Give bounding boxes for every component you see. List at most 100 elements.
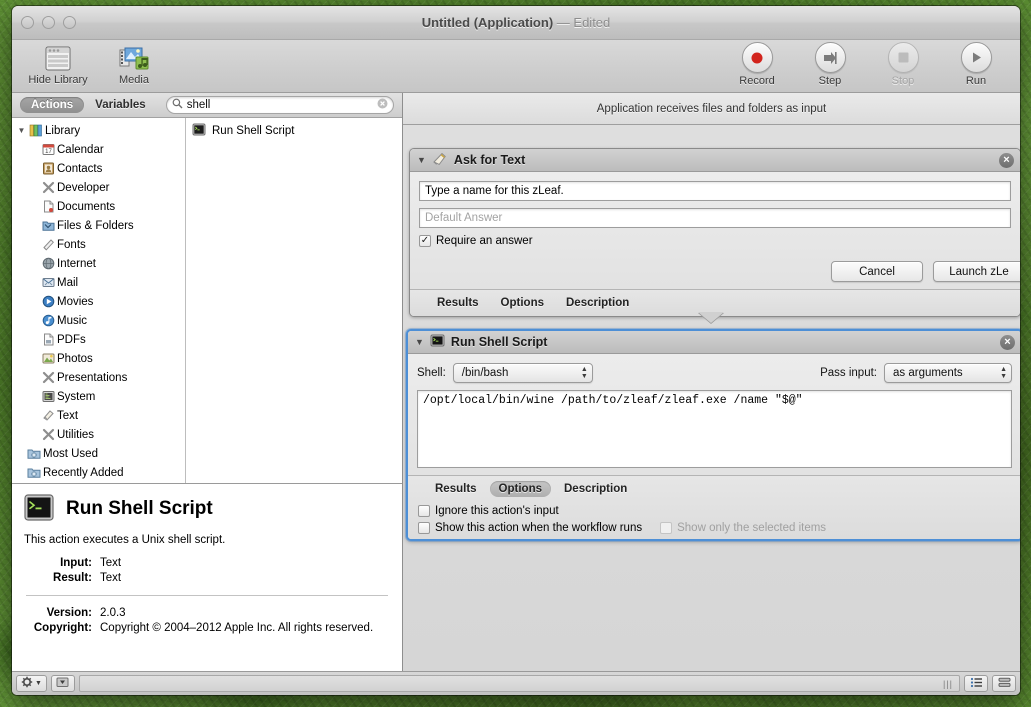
stop-button[interactable]: Stop: [871, 43, 935, 87]
tab-actions[interactable]: Actions: [20, 97, 84, 113]
sidebar-item-label: System: [57, 391, 95, 403]
disclosure-down-icon[interactable]: ▼: [16, 126, 27, 135]
chevron-updown-icon: ▲▼: [581, 366, 588, 380]
files-folders-icon: [39, 219, 57, 232]
step-button[interactable]: Step: [798, 43, 862, 87]
default-answer-field[interactable]: Default Answer: [419, 208, 1011, 228]
list-item-label: Run Shell Script: [212, 125, 294, 137]
sidebar-item-music[interactable]: Music: [12, 311, 185, 330]
clear-icon[interactable]: [377, 98, 388, 112]
tab-description[interactable]: Description: [557, 295, 638, 311]
run-button[interactable]: Run: [944, 43, 1008, 87]
info-meta-table: Version: 2.0.3 Copyright: Copyright © 20…: [24, 605, 375, 637]
action-results-list[interactable]: Run Shell Script: [186, 118, 402, 483]
info-input-label: Input:: [26, 557, 98, 570]
require-answer-checkbox[interactable]: ✓: [419, 235, 431, 247]
sidebar-item-calendar[interactable]: 17 Calendar: [12, 140, 185, 159]
pdfs-icon: [39, 333, 57, 346]
stop-label: Stop: [892, 75, 915, 87]
resize-grip-icon[interactable]: |||: [943, 679, 953, 689]
log-view-button[interactable]: [992, 675, 1016, 692]
sidebar-item-recently-added[interactable]: Recently Added: [12, 463, 185, 482]
record-button[interactable]: Record: [725, 43, 789, 87]
sidebar-item-label: Presentations: [57, 372, 127, 384]
list-view-button[interactable]: [964, 675, 988, 692]
sidebar-item-internet[interactable]: Internet: [12, 254, 185, 273]
toolbar-left-group: Hide Library: [26, 42, 166, 86]
media-button[interactable]: Media: [102, 42, 166, 86]
launch-zleaf-button[interactable]: Launch zLe: [933, 261, 1020, 282]
info-copyright-value: Copyright © 2004–2012 Apple Inc. All rig…: [100, 622, 373, 635]
tab-options[interactable]: Options: [492, 295, 553, 311]
prompt-text-field[interactable]: Type a name for this zLeaf.: [419, 181, 1011, 201]
shell-select[interactable]: /bin/bash ▲▼: [453, 363, 593, 383]
search-icon: [172, 98, 183, 112]
sidebar-item-files-folders[interactable]: Files & Folders: [12, 216, 185, 235]
action-header[interactable]: ▼ Ask for Text ×: [410, 149, 1020, 172]
sidebar-item-label: Developer: [57, 182, 109, 194]
sidebar-item-documents[interactable]: Documents: [12, 197, 185, 216]
hide-library-button[interactable]: Hide Library: [26, 42, 90, 86]
sidebar-item-most-used[interactable]: Most Used: [12, 444, 185, 463]
shell-script-icon: [430, 334, 445, 350]
disclosure-down-icon[interactable]: ▼: [415, 337, 424, 347]
action-card-run-shell-script[interactable]: ▼ Run Shell Script × Shell: /bin/b: [406, 329, 1020, 541]
cancel-button[interactable]: Cancel: [831, 261, 923, 282]
tab-description[interactable]: Description: [555, 481, 636, 497]
tab-results[interactable]: Results: [428, 295, 488, 311]
developer-icon: [39, 181, 57, 194]
gear-menu-button[interactable]: ▼: [16, 675, 47, 692]
disclosure-down-icon[interactable]: ▼: [417, 155, 426, 165]
show-action-checkbox[interactable]: [418, 522, 430, 534]
sidebar-item-library[interactable]: ▼ Library: [12, 121, 185, 140]
show-action-row-inner[interactable]: Show this action when the workflow runs: [418, 522, 642, 534]
pass-input-select[interactable]: as arguments ▲▼: [884, 363, 1012, 383]
calendar-icon: 17: [39, 143, 57, 156]
library-category-tree[interactable]: ▼ Library 17 Calendar Contacts: [12, 118, 186, 483]
system-icon: [39, 390, 57, 403]
sidebar-item-label: Photos: [57, 353, 93, 365]
internet-icon: [39, 257, 57, 270]
ignore-input-checkbox[interactable]: [418, 505, 430, 517]
info-row-input: Input: Text: [26, 557, 121, 570]
divider: [26, 595, 388, 596]
close-icon[interactable]: ×: [999, 153, 1014, 168]
sidebar-item-text[interactable]: Text: [12, 406, 185, 425]
tab-results[interactable]: Results: [426, 481, 486, 497]
tab-variables[interactable]: Variables: [84, 97, 157, 113]
sidebar-item-presentations[interactable]: Presentations: [12, 368, 185, 387]
photos-icon: [39, 352, 57, 365]
search-field[interactable]: shell: [166, 96, 394, 114]
info-io-table: Input: Text Result: Text: [24, 555, 123, 587]
show-action-label: Show this action when the workflow runs: [435, 522, 642, 534]
ignore-input-row[interactable]: Ignore this action's input: [418, 505, 1012, 517]
list-item[interactable]: Run Shell Script: [186, 121, 402, 140]
require-answer-row[interactable]: ✓ Require an answer: [419, 235, 1011, 247]
sidebar-item-pdfs[interactable]: PDFs: [12, 330, 185, 349]
ignore-input-label: Ignore this action's input: [435, 505, 559, 517]
action-card-ask-for-text[interactable]: ▼ Ask for Text × Type a name for this zL…: [409, 148, 1020, 317]
workflow-canvas[interactable]: ▼ Ask for Text × Type a name for this zL…: [403, 125, 1020, 671]
automator-window: Untitled (Application) — Edited Hi: [12, 6, 1020, 695]
folder-smart-icon: [25, 447, 43, 460]
sidebar-item-label: Music: [57, 315, 87, 327]
search-input[interactable]: shell: [187, 99, 373, 111]
sidebar-item-fonts[interactable]: Fonts: [12, 235, 185, 254]
library-icon: [27, 124, 45, 137]
movies-icon: [39, 295, 57, 308]
sidebar-item-movies[interactable]: Movies: [12, 292, 185, 311]
sidebar-item-contacts[interactable]: Contacts: [12, 159, 185, 178]
tab-options[interactable]: Options: [490, 481, 551, 497]
script-editor[interactable]: /opt/local/bin/wine /path/to/zleaf/zleaf…: [417, 390, 1012, 468]
sidebar-item-mail[interactable]: Mail: [12, 273, 185, 292]
sidebar-item-system[interactable]: System: [12, 387, 185, 406]
sidebar-item-developer[interactable]: Developer: [12, 178, 185, 197]
sidebar-item-utilities[interactable]: Utilities: [12, 425, 185, 444]
library-header: Actions Variables shell: [12, 93, 402, 118]
library-panel-icon: [44, 42, 72, 72]
shell-settings-row: Shell: /bin/bash ▲▼ Pass input: as argum…: [417, 363, 1012, 383]
action-header[interactable]: ▼ Run Shell Script ×: [408, 331, 1020, 354]
sidebar-item-photos[interactable]: Photos: [12, 349, 185, 368]
action-menu-button[interactable]: [51, 675, 75, 692]
close-icon[interactable]: ×: [1000, 335, 1015, 350]
